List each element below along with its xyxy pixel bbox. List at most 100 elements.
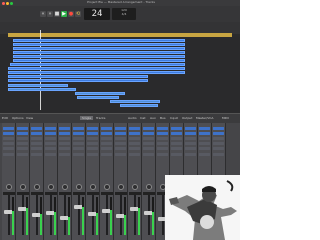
pan-knob[interactable] [76, 184, 82, 190]
plugin-slot[interactable] [171, 142, 182, 145]
plugin-slot[interactable] [45, 127, 56, 130]
stop-icon[interactable]: ■ [54, 11, 60, 17]
plugin-slot[interactable] [101, 127, 112, 130]
plugin-slot[interactable] [31, 132, 42, 135]
plugin-slot[interactable] [143, 137, 154, 140]
plugin-slot[interactable] [185, 147, 196, 150]
channel-strip[interactable] [114, 123, 128, 240]
plugin-slot[interactable] [115, 132, 126, 135]
plugin-slot[interactable] [45, 137, 56, 140]
region[interactable] [8, 67, 185, 70]
fader-track[interactable] [148, 195, 150, 235]
lcd-position-display[interactable]: 24 [84, 8, 110, 20]
region[interactable] [8, 88, 76, 91]
plugin-slot[interactable] [101, 142, 112, 145]
pan-knob[interactable] [34, 184, 40, 190]
region[interactable] [13, 51, 185, 54]
pan-knob[interactable] [104, 184, 110, 190]
region[interactable] [77, 96, 119, 99]
forward-icon[interactable]: » [47, 11, 53, 17]
plugin-slot[interactable] [87, 142, 98, 145]
plugin-slot[interactable] [73, 137, 84, 140]
plugin-slot[interactable] [17, 153, 28, 156]
plugin-slot[interactable] [213, 153, 224, 156]
region[interactable] [120, 104, 158, 107]
plugin-slot[interactable] [45, 153, 56, 156]
channel-strip[interactable] [100, 123, 114, 240]
plugin-slot[interactable] [115, 127, 126, 130]
plugin-slot[interactable] [101, 132, 112, 135]
plugin-slot[interactable] [199, 132, 210, 135]
plugin-slot[interactable] [171, 153, 182, 156]
plugin-slot[interactable] [157, 132, 168, 135]
channel-strip[interactable] [16, 123, 30, 240]
plugin-slot[interactable] [129, 137, 140, 140]
region[interactable] [13, 55, 185, 58]
plugin-slot[interactable] [31, 142, 42, 145]
plugin-slot[interactable] [73, 142, 84, 145]
pan-knob[interactable] [118, 184, 124, 190]
minimize-dot-icon[interactable] [6, 2, 9, 5]
plugin-slot[interactable] [213, 147, 224, 150]
rewind-icon[interactable]: « [40, 11, 46, 17]
plugin-slot[interactable] [3, 142, 14, 145]
plugin-slot[interactable] [101, 153, 112, 156]
plugin-slot[interactable] [199, 153, 210, 156]
plugin-slot[interactable] [115, 153, 126, 156]
plugin-slot[interactable] [171, 137, 182, 140]
play-icon[interactable]: ▶ [61, 11, 67, 17]
fader-track[interactable] [78, 195, 80, 235]
plugin-slot[interactable] [199, 147, 210, 150]
pan-knob[interactable] [48, 184, 54, 190]
mixer-tab[interactable]: Audio [128, 116, 137, 120]
channel-strip[interactable] [128, 123, 142, 240]
region[interactable] [8, 71, 185, 74]
plugin-slot[interactable] [157, 153, 168, 156]
fader-track[interactable] [50, 195, 52, 235]
plugin-slot[interactable] [115, 147, 126, 150]
channel-strip[interactable] [44, 123, 58, 240]
plugin-slot[interactable] [87, 137, 98, 140]
plugin-slot[interactable] [59, 142, 70, 145]
fader-track[interactable] [162, 195, 164, 235]
plugin-slot[interactable] [143, 142, 154, 145]
pan-knob[interactable] [62, 184, 68, 190]
fader-track[interactable] [22, 195, 24, 235]
plugin-slot[interactable] [87, 127, 98, 130]
plugin-slot[interactable] [3, 153, 14, 156]
plugin-slot[interactable] [17, 137, 28, 140]
mixer-tab[interactable]: Edit [2, 116, 8, 120]
plugin-slot[interactable] [59, 127, 70, 130]
plugin-slot[interactable] [185, 132, 196, 135]
plugin-slot[interactable] [157, 147, 168, 150]
zoom-dot-icon[interactable] [10, 2, 13, 5]
plugin-slot[interactable] [45, 142, 56, 145]
plugin-slot[interactable] [73, 127, 84, 130]
plugin-slot[interactable] [115, 142, 126, 145]
fader-track[interactable] [106, 195, 108, 235]
plugin-slot[interactable] [3, 137, 14, 140]
plugin-slot[interactable] [213, 142, 224, 145]
mixer-tab[interactable]: Input [170, 116, 178, 120]
mixer-tab[interactable]: Aux [150, 116, 156, 120]
plugin-slot[interactable] [31, 137, 42, 140]
plugin-slot[interactable] [115, 137, 126, 140]
plugin-slot[interactable] [17, 127, 28, 130]
plugin-slot[interactable] [59, 147, 70, 150]
region[interactable] [8, 75, 148, 78]
plugin-slot[interactable] [17, 142, 28, 145]
region[interactable] [8, 79, 148, 82]
plugin-slot[interactable] [129, 132, 140, 135]
plugin-slot[interactable] [73, 132, 84, 135]
plugin-slot[interactable] [199, 137, 210, 140]
plugin-slot[interactable] [45, 132, 56, 135]
plugin-slot[interactable] [59, 132, 70, 135]
plugin-slot[interactable] [101, 137, 112, 140]
mixer-tab[interactable]: View [26, 116, 33, 120]
pan-knob[interactable] [6, 184, 12, 190]
mixer-tab[interactable]: Options [12, 116, 24, 120]
plugin-slot[interactable] [143, 153, 154, 156]
channel-strip[interactable] [86, 123, 100, 240]
plugin-slot[interactable] [143, 132, 154, 135]
plugin-slot[interactable] [157, 142, 168, 145]
